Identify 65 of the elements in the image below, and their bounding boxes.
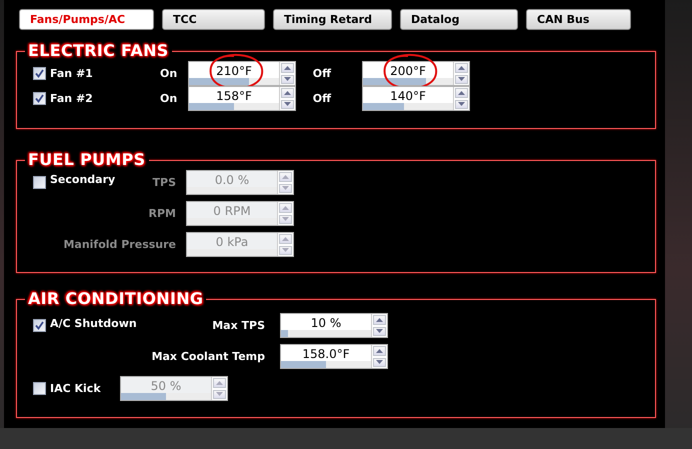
down-triangle-icon [458, 102, 465, 106]
up-triangle-icon [282, 174, 289, 179]
tab[interactable]: Datalog [400, 9, 518, 30]
down-triangle-icon [376, 329, 383, 334]
down-triangle-icon [282, 186, 289, 190]
down-arrow-button[interactable] [455, 100, 468, 109]
up-triangle-icon [282, 236, 289, 241]
checkbox[interactable] [33, 67, 46, 80]
down-arrow-button[interactable] [455, 74, 468, 84]
up-arrow-button[interactable] [455, 88, 468, 98]
number-spinner[interactable]: 158°F [188, 86, 296, 111]
up-arrow-button[interactable] [281, 88, 294, 98]
down-triangle-icon [284, 102, 291, 106]
off-label: Off [312, 92, 331, 105]
down-triangle-icon [282, 248, 289, 252]
check-icon [35, 69, 44, 78]
field-label: Max Coolant Temp [150, 350, 265, 363]
tab[interactable]: CAN Bus [526, 9, 631, 30]
down-arrow-button[interactable] [373, 358, 386, 367]
on-label: On [160, 92, 178, 105]
number-spinner[interactable]: 10 % [280, 313, 388, 338]
up-triangle-icon [284, 90, 291, 95]
check-icon [35, 94, 44, 103]
down-triangle-icon [458, 77, 465, 82]
field-label: RPM [148, 207, 176, 220]
number-spinner[interactable]: 140°F [362, 86, 470, 111]
number-spinner[interactable]: 210°F [188, 61, 296, 86]
up-arrow-button[interactable] [373, 346, 386, 356]
on-label: On [160, 67, 178, 80]
down-arrow-button[interactable] [373, 326, 386, 336]
up-triangle-icon [284, 66, 291, 70]
down-arrow-button[interactable] [281, 100, 294, 109]
down-triangle-icon [216, 392, 223, 396]
off-label: Off [312, 67, 331, 80]
up-triangle-icon [216, 380, 223, 385]
number-spinner[interactable]: 158.0°F [280, 344, 388, 369]
number-spinner[interactable]: 200°F [362, 61, 470, 86]
up-triangle-icon [282, 206, 289, 210]
up-triangle-icon [376, 348, 383, 353]
tab[interactable]: Fans/Pumps/AC [19, 9, 154, 30]
tab[interactable]: Timing Retard [273, 9, 392, 30]
fan-label: Fan #1 [50, 67, 94, 80]
shutdown-label: A/C Shutdown [50, 317, 138, 330]
up-triangle-icon [376, 318, 383, 322]
up-triangle-icon [458, 90, 465, 95]
down-triangle-icon [376, 360, 383, 364]
fan-label: Fan #2 [50, 92, 94, 105]
down-arrow-button[interactable] [281, 74, 294, 84]
secondary-label: Secondary [50, 173, 116, 186]
field-label: TPS [152, 176, 176, 189]
check-icon [35, 321, 44, 330]
up-triangle-icon [458, 66, 465, 70]
field-label: Max TPS [211, 319, 265, 332]
up-arrow-button[interactable] [373, 315, 386, 324]
tab[interactable]: TCC [162, 9, 265, 30]
checkbox[interactable] [33, 92, 46, 105]
down-triangle-icon [284, 77, 291, 82]
up-arrow-button[interactable] [281, 63, 294, 72]
down-triangle-icon [282, 217, 289, 222]
iac-kick-label: IAC Kick [50, 382, 102, 395]
checkbox[interactable] [33, 319, 46, 332]
up-arrow-button[interactable] [455, 63, 468, 72]
field-label: Manifold Pressure [62, 238, 176, 251]
checkbox[interactable] [33, 382, 46, 395]
checkbox[interactable] [33, 176, 46, 189]
